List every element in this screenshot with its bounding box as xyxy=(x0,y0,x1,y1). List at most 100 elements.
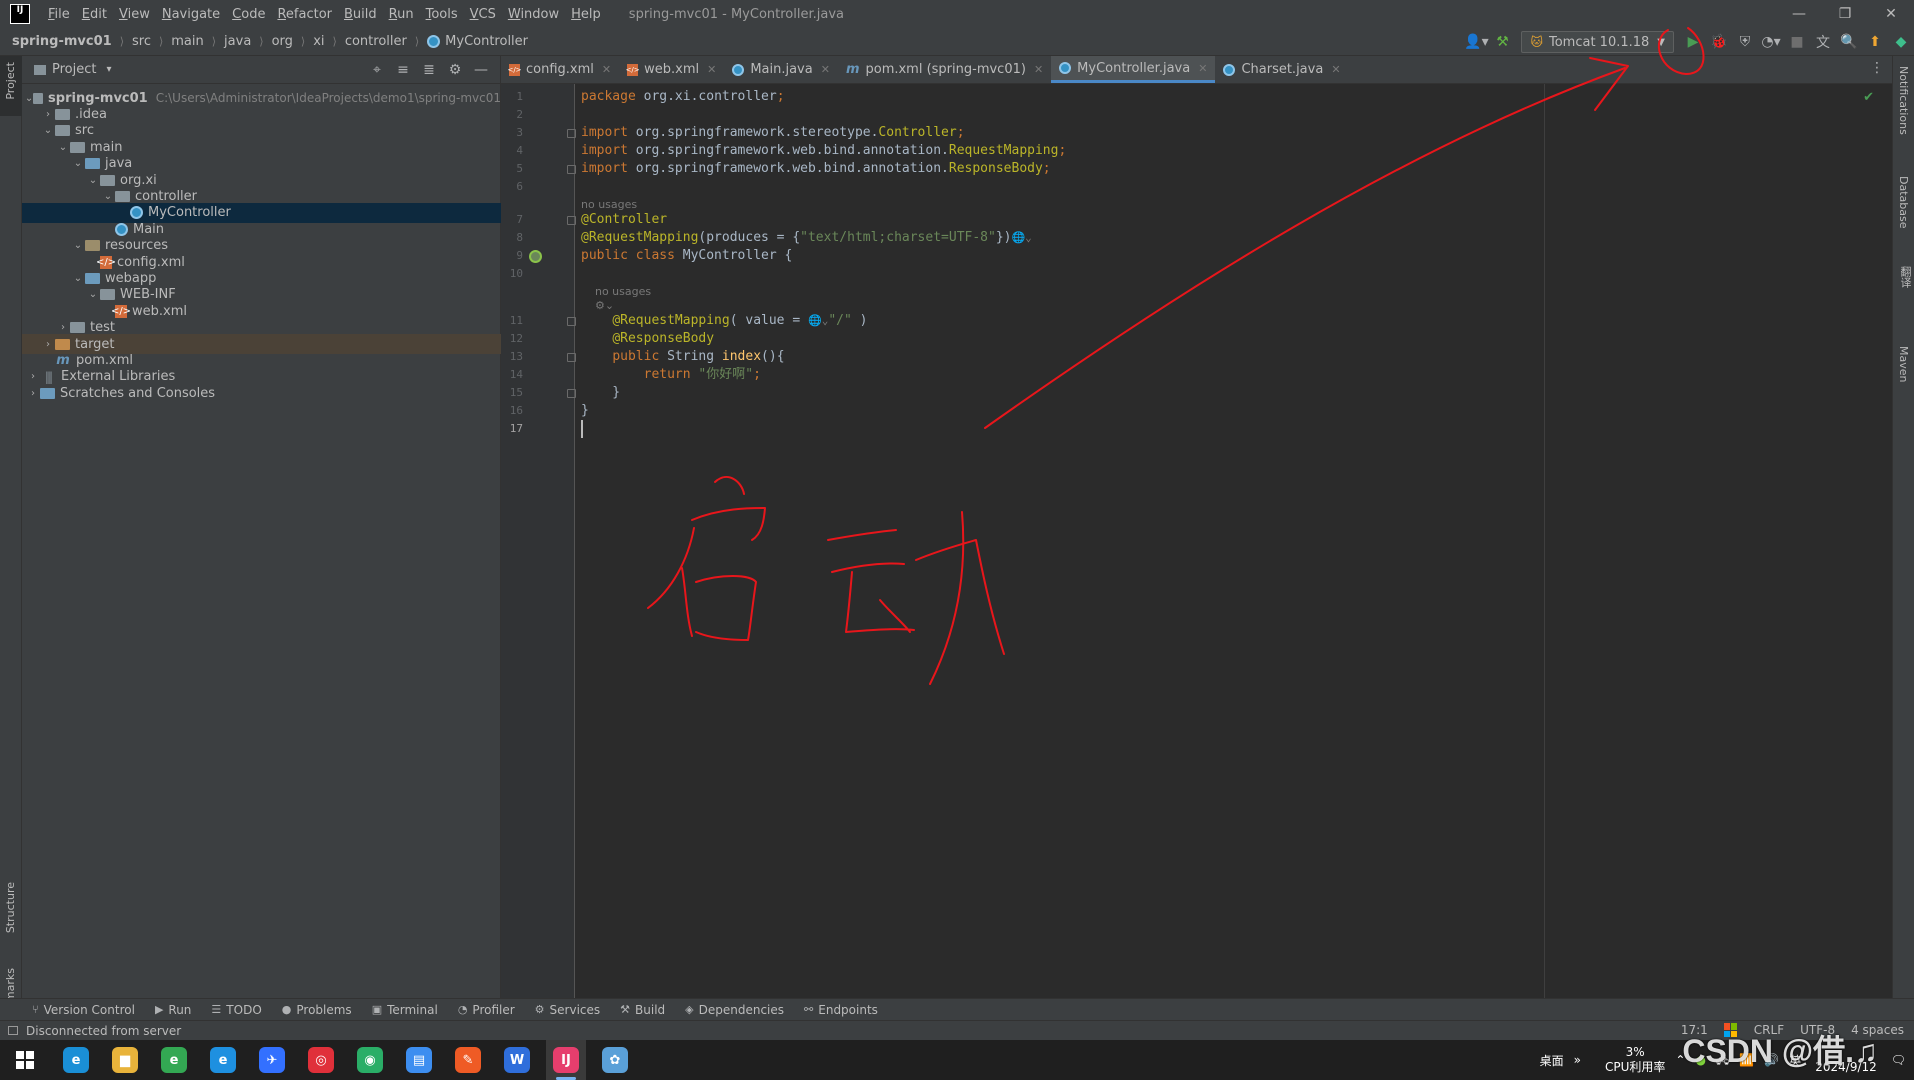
taskbar-app-paint[interactable]: ✿ xyxy=(595,1040,635,1080)
close-tab-icon[interactable]: ✕ xyxy=(1331,63,1340,76)
tool-window-profiler[interactable]: ◔ Profiler xyxy=(458,1003,515,1017)
chevron-right-icon[interactable]: › xyxy=(41,339,55,350)
project-tool-button[interactable]: Project xyxy=(0,56,22,116)
chevron-down-icon[interactable]: ⌄ xyxy=(86,175,100,186)
structure-tool-button[interactable]: Structure xyxy=(4,882,17,933)
breadcrumb-item[interactable]: MyController xyxy=(427,34,528,49)
notification-center-icon[interactable]: 🗨 xyxy=(1891,1053,1906,1067)
plugin-icon[interactable]: ◆ xyxy=(1888,30,1914,54)
tool-window-services[interactable]: ⚙ Services xyxy=(535,1003,600,1017)
no-problems-check-icon[interactable]: ✔ xyxy=(1863,90,1874,105)
chevron-down-icon[interactable]: ⌄ xyxy=(71,158,85,169)
menu-tools[interactable]: Tools xyxy=(420,7,464,22)
chevron-down-icon[interactable]: ⌄ xyxy=(86,289,100,300)
chevron-right-icon[interactable]: › xyxy=(41,109,55,120)
expand-all-icon[interactable]: ≡ xyxy=(390,60,416,80)
fold-marker-icon[interactable] xyxy=(567,129,576,138)
minimize-button[interactable]: — xyxy=(1776,0,1822,28)
database-tool-button[interactable]: Database xyxy=(1897,176,1910,229)
close-tab-icon[interactable]: ✕ xyxy=(1034,63,1043,76)
menu-edit[interactable]: Edit xyxy=(76,7,113,22)
chevron-down-icon[interactable]: ⌄ xyxy=(71,273,85,284)
menu-navigate[interactable]: Navigate xyxy=(156,7,226,22)
taskbar-app-wps[interactable]: W xyxy=(497,1040,537,1080)
taskbar-app-feishu[interactable]: ✈ xyxy=(252,1040,292,1080)
breadcrumb-item[interactable]: controller xyxy=(345,34,407,49)
update-icon[interactable]: ⬆ xyxy=(1862,30,1888,54)
chevron-right-icon[interactable]: » xyxy=(1574,1053,1581,1067)
chevron-down-icon[interactable]: ⌄ xyxy=(101,191,115,202)
tool-window-endpoints[interactable]: ⚯ Endpoints xyxy=(804,1003,878,1017)
editor-tab[interactable]: Charset.java ✕ xyxy=(1215,56,1348,83)
chevron-down-icon[interactable]: ▾ xyxy=(106,64,111,75)
close-tab-icon[interactable]: ✕ xyxy=(602,63,611,76)
tool-window-todo[interactable]: ☰ TODO xyxy=(211,1003,261,1017)
menu-build[interactable]: Build xyxy=(338,7,383,22)
stop-icon[interactable]: ■ xyxy=(1784,30,1810,54)
breadcrumb-item[interactable]: src xyxy=(132,34,151,49)
spring-bean-icon[interactable] xyxy=(529,249,542,263)
taskbar-app-postman[interactable]: ✎ xyxy=(448,1040,488,1080)
taskbar-app-intellij[interactable]: IJ xyxy=(546,1040,586,1080)
fold-marker-icon[interactable] xyxy=(567,352,576,362)
tool-window-terminal[interactable]: ▣ Terminal xyxy=(372,1003,438,1017)
close-tab-icon[interactable]: ✕ xyxy=(707,63,716,76)
menu-code[interactable]: Code xyxy=(226,7,271,22)
tool-window-run[interactable]: ▶ Run xyxy=(155,1003,191,1017)
desktop-toolbar-label[interactable]: 桌面 xyxy=(1540,1052,1564,1069)
menu-refactor[interactable]: Refactor xyxy=(271,7,338,22)
debug-icon[interactable]: 🐞 xyxy=(1706,30,1732,54)
close-tab-icon[interactable]: ✕ xyxy=(1198,62,1207,75)
locate-icon[interactable]: ⌖ xyxy=(364,60,390,80)
breadcrumb-item[interactable]: xi xyxy=(313,34,324,49)
fold-marker-icon[interactable] xyxy=(567,215,576,225)
more-options-icon[interactable]: ⋮ xyxy=(1870,60,1884,76)
tool-window-build[interactable]: ⚒ Build xyxy=(620,1003,665,1017)
editor-tab[interactable]: MyController.java ✕ xyxy=(1051,56,1216,83)
breadcrumb-item[interactable]: org xyxy=(272,34,293,49)
code-editor[interactable]: 1 2 3 4 5 6 7 8 9 10 11 12 13 14 15 16 17 package org.xi… xyxy=(501,84,1892,998)
tree-item[interactable]: › Scratches and Consoles xyxy=(22,383,501,403)
editor-tab[interactable]: Main.java ✕ xyxy=(724,56,838,83)
maven-tool-button[interactable]: Maven xyxy=(1897,346,1910,382)
search-icon[interactable]: 🔍 xyxy=(1836,30,1862,54)
notifications-tool-button[interactable]: Notifications xyxy=(1897,66,1910,135)
collapse-all-icon[interactable]: ≣ xyxy=(416,60,442,80)
menu-view[interactable]: View xyxy=(113,7,156,22)
hide-panel-icon[interactable]: — xyxy=(468,60,494,80)
translate-icon[interactable]: 文 xyxy=(1810,30,1836,54)
breadcrumb-item[interactable]: main xyxy=(171,34,203,49)
taskbar-app-edge[interactable]: e xyxy=(56,1040,96,1080)
project-panel-title[interactable]: Project xyxy=(52,62,96,77)
chevron-down-icon[interactable]: ⌄ xyxy=(25,93,34,104)
status-toggle-icon[interactable] xyxy=(8,1026,18,1035)
build-hammer-icon[interactable]: ⚒ xyxy=(1489,30,1515,54)
editor-tab[interactable]: </> config.xml ✕ xyxy=(501,56,619,83)
chevron-right-icon[interactable]: › xyxy=(26,371,40,382)
tool-window-version-control[interactable]: ⑂ Version Control xyxy=(32,1003,135,1017)
taskbar-app-files[interactable]: ▤ xyxy=(399,1040,439,1080)
gear-icon[interactable]: ⚙ xyxy=(442,60,468,80)
coverage-icon[interactable]: ⛨ xyxy=(1732,30,1758,54)
close-tab-icon[interactable]: ✕ xyxy=(821,63,830,76)
menu-vcs[interactable]: VCS xyxy=(464,7,502,22)
chevron-right-icon[interactable]: › xyxy=(56,322,70,333)
taskbar-app-browser-green[interactable]: e xyxy=(154,1040,194,1080)
breadcrumb-item[interactable]: spring-mvc01 xyxy=(12,34,112,49)
chevron-down-icon[interactable]: ⌄ xyxy=(41,125,55,136)
translate-tool-button[interactable]: 翻译 xyxy=(1897,266,1913,288)
tool-window-problems[interactable]: ● Problems xyxy=(282,1003,352,1017)
editor-tab[interactable]: </> web.xml ✕ xyxy=(619,56,724,83)
start-button[interactable] xyxy=(2,1040,48,1080)
tool-window-dependencies[interactable]: ◈ Dependencies xyxy=(685,1003,784,1017)
taskbar-app-ie[interactable]: e xyxy=(203,1040,243,1080)
chevron-right-icon[interactable]: › xyxy=(26,388,40,399)
taskbar-app-netease-music[interactable]: ◎ xyxy=(301,1040,341,1080)
close-window-button[interactable]: ✕ xyxy=(1868,0,1914,28)
taskbar-app-wechat[interactable]: ◉ xyxy=(350,1040,390,1080)
run-configuration-select[interactable]: 🐱 Tomcat 10.1.18 ▼ xyxy=(1521,31,1674,53)
profile-icon[interactable]: ◔▾ xyxy=(1758,30,1784,54)
user-icon[interactable]: 👤▾ xyxy=(1463,30,1489,54)
breadcrumb-item[interactable]: java xyxy=(224,34,251,49)
chevron-down-icon[interactable]: ⌄ xyxy=(56,142,70,153)
